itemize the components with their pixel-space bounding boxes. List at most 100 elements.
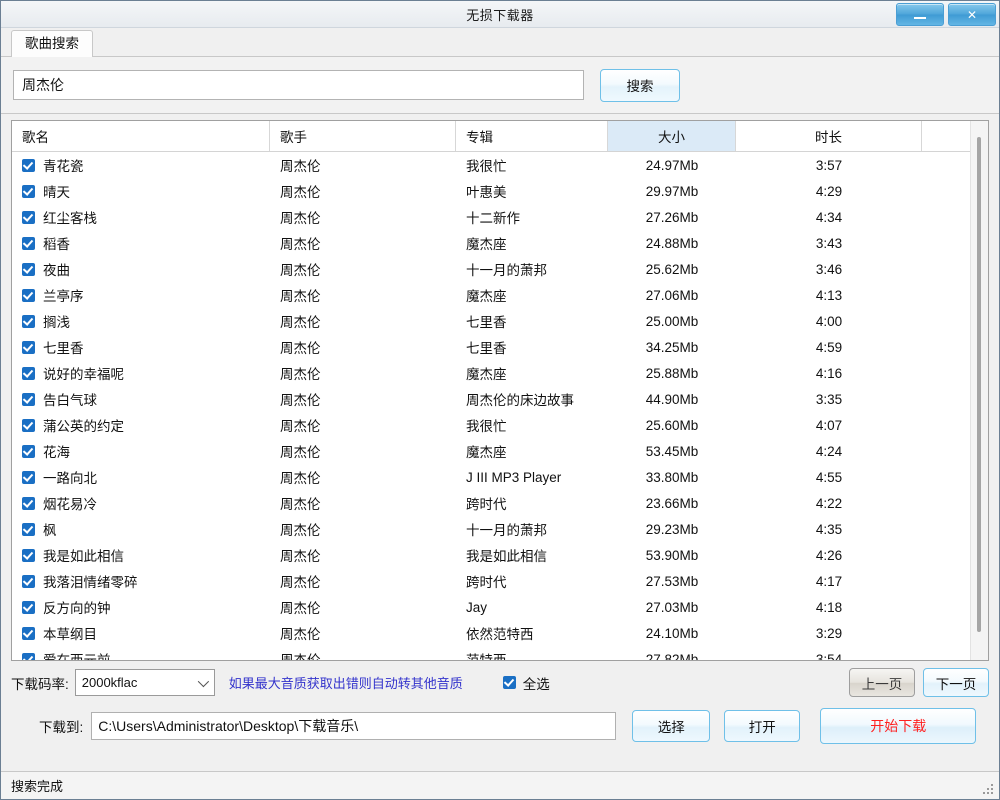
search-input[interactable] [13,70,584,100]
column-header-title[interactable]: 歌名 [12,121,270,151]
cell-album: Jay [466,599,488,615]
prev-page-button[interactable]: 上一页 [849,668,915,697]
cell-artist: 周杰伦 [280,315,321,330]
table-row[interactable]: 兰亭序 周杰伦 魔杰座 27.06Mb 4:13 [12,282,988,308]
table-body: 青花瓷 周杰伦 我很忙 24.97Mb 3:57 晴天 周杰伦 叶惠美 29.97Mb 4:29 红… [12,152,988,660]
cell-size: 27.26Mb [645,209,699,225]
minimize-button[interactable] [896,3,944,26]
table-row[interactable]: 一路向北 周杰伦 J III MP3 Player 33.80Mb 4:55 [12,464,988,490]
cell-title: 七里香 [12,337,270,357]
row-checkbox[interactable] [22,600,35,614]
cell-title: 青花瓷 [12,155,270,175]
cell-duration: 4:00 [815,313,843,329]
song-title: 反方向的钟 [43,601,111,616]
column-header-size[interactable]: 大小 [608,121,736,151]
column-header-album[interactable]: 专辑 [456,121,608,151]
cell-duration: 4:29 [815,183,843,199]
row-checkbox[interactable] [22,210,35,224]
row-checkbox[interactable] [22,470,35,484]
table-row[interactable]: 花海 周杰伦 魔杰座 53.45Mb 4:24 [12,438,988,464]
row-checkbox[interactable] [22,444,35,458]
table-row[interactable]: 枫 周杰伦 十一月的萧邦 29.23Mb 4:35 [12,516,988,542]
close-button[interactable]: ✕ [948,3,996,26]
cell-title: 夜曲 [12,259,270,279]
song-title: 本草纲目 [43,627,97,642]
close-icon: ✕ [966,7,978,22]
cell-title: 本草纲目 [12,623,270,643]
column-header-artist[interactable]: 歌手 [270,121,456,151]
table-row[interactable]: 本草纲目 周杰伦 依然范特西 24.10Mb 3:29 [12,620,988,646]
row-checkbox[interactable] [22,158,35,172]
row-checkbox[interactable] [22,548,35,562]
table-row[interactable]: 蒲公英的约定 周杰伦 我很忙 25.60Mb 4:07 [12,412,988,438]
row-checkbox[interactable] [22,418,35,432]
application-window: 无损下载器 ✕ 歌曲搜索 搜索 歌名 歌手 专辑 大小 时长 青花瓷周杰伦 [0,0,1000,800]
cell-duration: 4:26 [815,547,843,563]
cell-album: 跨时代 [466,497,507,512]
table-row[interactable]: 告白气球 周杰伦 周杰伦的床边故事 44.90Mb 3:35 [12,386,988,412]
song-title: 我是如此相信 [43,549,124,564]
table-row[interactable]: 烟花易冷 周杰伦 跨时代 23.66Mb 4:22 [12,490,988,516]
cell-artist: 周杰伦 [280,627,321,642]
cell-artist: 周杰伦 [280,549,321,564]
cell-size: 25.62Mb [645,261,699,277]
row-checkbox[interactable] [22,288,35,302]
table-row[interactable]: 我是如此相信 周杰伦 我是如此相信 53.90Mb 4:26 [12,542,988,568]
table-row[interactable]: 爱在西元前 周杰伦范特西 27.82Mb 3:54 [12,646,988,660]
row-checkbox[interactable] [22,236,35,250]
cell-album: 魔杰座 [466,445,507,460]
row-checkbox[interactable] [22,652,35,660]
table-row[interactable]: 说好的幸福呢 周杰伦 魔杰座 25.88Mb 4:16 [12,360,988,386]
download-path-input[interactable] [91,711,617,740]
cell-title: 反方向的钟 [12,597,270,617]
table-row[interactable]: 青花瓷 周杰伦 我很忙 24.97Mb 3:57 [12,152,988,178]
row-checkbox[interactable] [22,574,35,588]
scrollbar-thumb[interactable] [977,137,981,632]
cell-album: 范特西 [456,649,608,660]
song-title: 蒲公英的约定 [43,419,124,434]
row-checkbox[interactable] [22,392,35,406]
cell-album: J III MP3 Player [466,469,562,485]
row-checkbox[interactable] [22,626,35,640]
resize-grip-icon[interactable] [983,784,995,796]
cell-title: 晴天 [12,181,270,201]
minimize-icon [914,16,926,19]
row-checkbox[interactable] [22,314,35,328]
bitrate-label: 下载码率: [11,676,69,692]
table-row[interactable]: 夜曲 周杰伦 十一月的萧邦 25.62Mb 3:46 [12,256,988,282]
table-row[interactable]: 晴天 周杰伦 叶惠美 29.97Mb 4:29 [12,178,988,204]
bitrate-row: 下载码率: 2000kflac 如果最大音质获取出错则自动转其他音质 全选 上一… [11,661,989,704]
cell-duration: 3:35 [815,391,843,407]
cell-album: 十二新作 [466,211,520,226]
tab-strip: 歌曲搜索 [1,28,999,57]
cell-artist: 周杰伦 [280,601,321,616]
table-row[interactable]: 搁浅 周杰伦 七里香 25.00Mb 4:00 [12,308,988,334]
row-checkbox[interactable] [22,262,35,276]
row-checkbox[interactable] [22,496,35,510]
tab-song-search[interactable]: 歌曲搜索 [11,30,93,57]
song-title: 兰亭序 [43,289,84,304]
download-path-row: 下载到: 选择 打开 开始下载 [11,704,989,747]
start-download-button[interactable]: 开始下载 [820,707,977,744]
next-page-button[interactable]: 下一页 [923,668,989,697]
row-checkbox[interactable] [22,366,35,380]
row-checkbox[interactable] [22,522,35,536]
choose-folder-button[interactable]: 选择 [632,709,711,742]
table-row[interactable]: 七里香 周杰伦 七里香 34.25Mb 4:59 [12,334,988,360]
bitrate-select[interactable]: 2000kflac [74,669,215,696]
search-panel: 搜索 [1,57,999,114]
song-title: 七里香 [43,341,84,356]
column-header-duration[interactable]: 时长 [736,121,922,151]
table-row[interactable]: 反方向的钟 周杰伦 Jay 27.03Mb 4:18 [12,594,988,620]
table-row[interactable]: 我落泪情绪零碎 周杰伦 跨时代 27.53Mb 4:17 [12,568,988,594]
row-checkbox[interactable] [22,184,35,198]
cell-size: 29.23Mb [645,521,699,537]
search-button[interactable]: 搜索 [600,68,680,102]
open-folder-button[interactable]: 打开 [724,709,801,742]
vertical-scrollbar[interactable] [970,121,988,660]
cell-duration: 4:16 [815,365,843,381]
table-row[interactable]: 红尘客栈 周杰伦 十二新作 27.26Mb 4:34 [12,204,988,230]
table-row[interactable]: 稻香 周杰伦 魔杰座 24.88Mb 3:43 [12,230,988,256]
select-all-checkbox[interactable]: 全选 [502,673,550,693]
row-checkbox[interactable] [22,340,35,354]
